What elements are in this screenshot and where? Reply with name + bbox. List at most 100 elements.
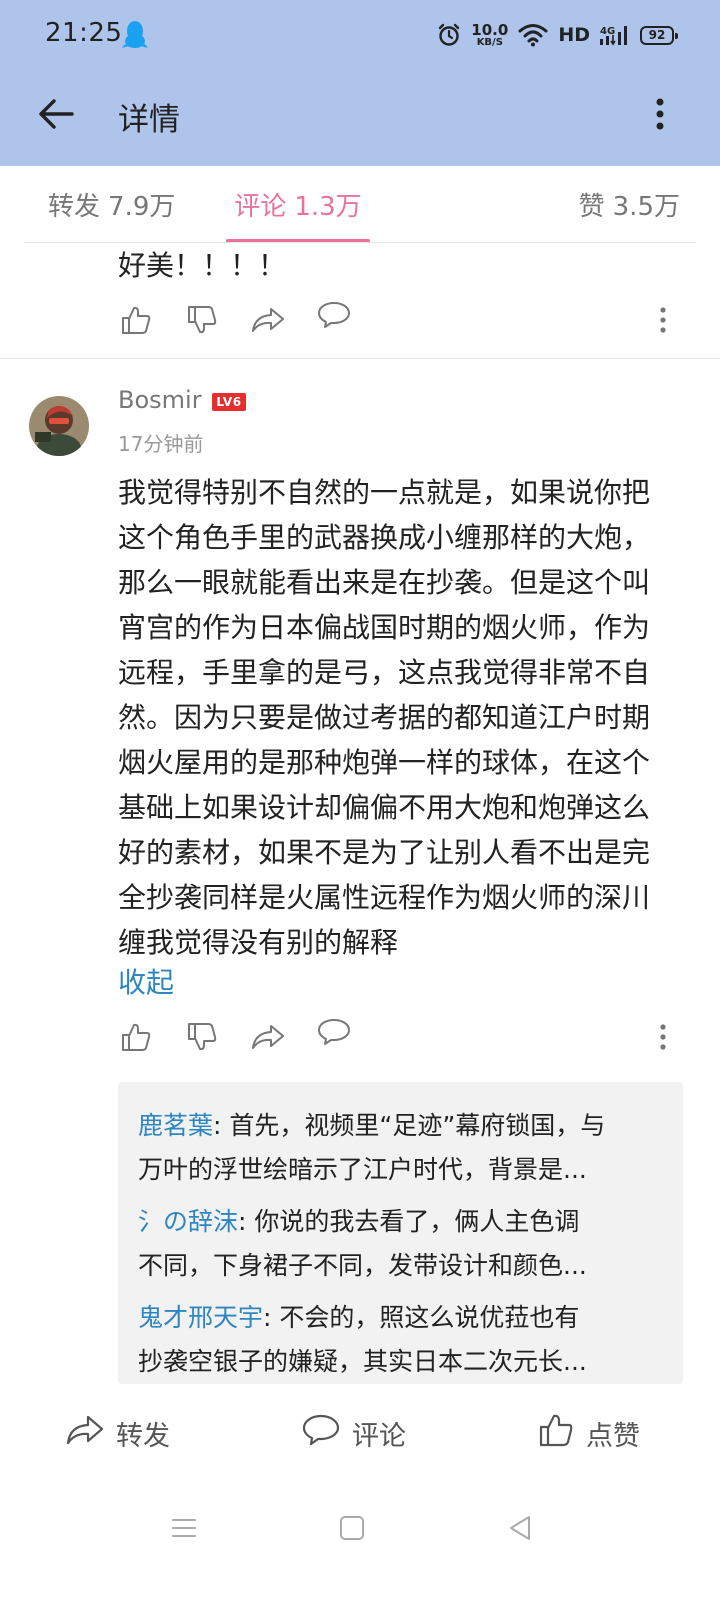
thumb-down-icon bbox=[186, 1021, 218, 1057]
reply-author[interactable]: 氵の辞沫 bbox=[138, 1207, 238, 1236]
comment-line: 这个角色手里的武器换成小缠那样的大炮， bbox=[118, 521, 651, 554]
reply-author[interactable]: 鹿茗葉 bbox=[138, 1111, 213, 1140]
page-title: 详情 bbox=[118, 102, 180, 138]
more-vertical-icon bbox=[660, 307, 666, 337]
more-vertical-icon bbox=[656, 98, 664, 134]
reply-text: 抄袭空银子的嫌疑，其实日本二次元长... bbox=[138, 1347, 587, 1376]
app-header: 详情 bbox=[0, 70, 720, 166]
replies-preview[interactable]: 鹿茗葉: 首先，视频里“足迹”幕府锁国，与 万叶的浮世绘暗示了江户时代，背景是.… bbox=[118, 1082, 683, 1384]
net-speed: 10.0 KB/S bbox=[471, 20, 509, 48]
share-icon bbox=[66, 1414, 104, 1453]
like-button[interactable] bbox=[118, 300, 154, 344]
back-triangle-icon bbox=[507, 1514, 533, 1546]
like-bottom-button[interactable]: 点赞 bbox=[538, 1410, 640, 1456]
user-name[interactable]: Bosmir bbox=[118, 386, 202, 414]
alarm-icon bbox=[437, 23, 461, 47]
bottom-action-bar: 转发 评论 点赞 bbox=[0, 1384, 720, 1484]
comment-line: 好的素材，如果不是为了让别人看不出是完 bbox=[118, 836, 651, 869]
hd-label: HD bbox=[558, 24, 590, 46]
tab-comment[interactable]: 评论 1.3万 bbox=[226, 166, 370, 243]
reply-text: : 不会的，照这么说优菈也有 bbox=[263, 1303, 580, 1332]
comment-divider bbox=[0, 358, 720, 359]
comment-line: 宵宫的作为日本偏战国时期的烟火师，作为 bbox=[118, 611, 651, 644]
avatar[interactable] bbox=[29, 396, 89, 456]
system-home-button[interactable] bbox=[332, 1510, 372, 1550]
comment-line: 然。因为只要是做过考据的都知道江户时期 bbox=[118, 701, 651, 734]
system-back-button[interactable] bbox=[500, 1510, 540, 1550]
system-menu-button[interactable] bbox=[164, 1510, 204, 1550]
tab-repost-label: 转发 bbox=[48, 192, 101, 222]
reply-button[interactable] bbox=[316, 1017, 352, 1061]
more-vertical-icon bbox=[660, 1024, 666, 1054]
reply-button[interactable] bbox=[316, 300, 352, 344]
thumb-down-icon bbox=[186, 304, 218, 340]
comment-bubble-icon bbox=[302, 1413, 340, 1454]
tab-repost-count: 7.9万 bbox=[108, 192, 176, 222]
comment-line: 基础上如果设计却偏偏不用大炮和炮弹这么 bbox=[118, 791, 651, 824]
tab-like-label: 赞 bbox=[578, 192, 605, 222]
thumb-up-icon bbox=[120, 304, 152, 340]
comment-line: 远程，手里拿的是弓，这点我觉得非常不自 bbox=[118, 656, 651, 689]
comment-bubble-icon bbox=[317, 300, 351, 344]
reply-text: 万叶的浮世绘暗示了江户时代，背景是... bbox=[138, 1155, 587, 1184]
status-icons: 10.0 KB/S HD 4G 92 bbox=[437, 18, 678, 52]
reply-item[interactable]: 氵の辞沫: 你说的我去看了，俩人主色调 不同，下身裙子不同，发带设计和颜色... bbox=[138, 1200, 668, 1288]
comment-line: 全抄袭同样是火属性远程作为烟火师的深川 bbox=[118, 881, 651, 914]
reply-text: : 首先，视频里“足迹”幕府锁国，与 bbox=[213, 1111, 606, 1140]
home-square-icon bbox=[339, 1515, 365, 1545]
status-time: 21:25 bbox=[45, 18, 123, 48]
repost-button[interactable]: 转发 bbox=[66, 1410, 170, 1456]
reply-author[interactable]: 鬼才邢天宇 bbox=[138, 1303, 263, 1332]
net-speed-value: 10.0 bbox=[471, 20, 509, 39]
status-bar: 21:25 10.0 KB/S HD 4G 92 bbox=[0, 0, 720, 70]
reply-item[interactable]: 鬼才邢天宇: 不会的，照这么说优菈也有 抄袭空银子的嫌疑，其实日本二次元长... bbox=[138, 1296, 668, 1384]
dislike-button[interactable] bbox=[184, 300, 220, 344]
level-badge: LV6 bbox=[212, 393, 246, 411]
reply-item[interactable]: 鹿茗葉: 首先，视频里“足迹”幕府锁国，与 万叶的浮世绘暗示了江户时代，背景是.… bbox=[138, 1104, 668, 1192]
tab-repost[interactable]: 转发 7.9万 bbox=[48, 166, 175, 243]
comment-more-button[interactable] bbox=[648, 1017, 678, 1061]
share-icon bbox=[251, 306, 285, 338]
comment-actions bbox=[118, 300, 678, 344]
system-nav-bar bbox=[0, 1484, 720, 1600]
tab-bar: 转发 7.9万 评论 1.3万 赞 3.5万 bbox=[0, 166, 720, 243]
comment-more-button[interactable] bbox=[648, 300, 678, 344]
signal-icon: 4G bbox=[600, 23, 630, 47]
share-icon bbox=[251, 1023, 285, 1055]
comment-bubble-icon bbox=[317, 1017, 351, 1061]
tab-like[interactable]: 赞 3.5万 bbox=[579, 166, 680, 243]
menu-icon bbox=[171, 1516, 197, 1544]
dislike-button[interactable] bbox=[184, 1017, 220, 1061]
comment-line: 缠我觉得没有别的解释 bbox=[118, 926, 399, 959]
reply-text: : 你说的我去看了，俩人主色调 bbox=[238, 1207, 580, 1236]
back-button[interactable] bbox=[32, 92, 80, 140]
comment-button[interactable]: 评论 bbox=[302, 1410, 406, 1456]
more-options-button[interactable] bbox=[640, 92, 680, 140]
comment-line: 烟火屋用的是那种炮弹一样的球体，在这个 bbox=[118, 746, 651, 779]
battery-indicator: 92 bbox=[640, 25, 678, 45]
comment-label: 评论 bbox=[352, 1420, 406, 1452]
comment-text: 好美！！！！ bbox=[118, 249, 287, 282]
share-button[interactable] bbox=[250, 300, 286, 344]
comment-line: 我觉得特别不自然的一点就是，如果说你把 bbox=[118, 476, 651, 509]
wifi-icon bbox=[518, 23, 548, 47]
thumb-up-icon bbox=[120, 1021, 152, 1057]
tab-comment-label: 评论 bbox=[234, 192, 287, 222]
like-label: 点赞 bbox=[586, 1420, 640, 1452]
tab-like-count: 3.5万 bbox=[612, 192, 680, 222]
qq-icon bbox=[122, 20, 148, 50]
comment-time: 17分钟前 bbox=[118, 432, 204, 456]
tab-comment-count: 1.3万 bbox=[294, 192, 362, 222]
thumb-up-icon bbox=[538, 1412, 574, 1455]
reply-text: 不同，下身裙子不同，发带设计和颜色... bbox=[138, 1251, 587, 1280]
share-button[interactable] bbox=[250, 1017, 286, 1061]
repost-label: 转发 bbox=[116, 1420, 170, 1452]
collapse-link[interactable]: 收起 bbox=[118, 962, 174, 1004]
comment-actions bbox=[118, 1017, 678, 1061]
tabs-divider bbox=[24, 242, 696, 243]
like-button[interactable] bbox=[118, 1017, 154, 1061]
comment-body: 我觉得特别不自然的一点就是，如果说你把 这个角色手里的武器换成小缠那样的大炮， … bbox=[118, 470, 688, 965]
net-speed-unit: KB/S bbox=[476, 36, 503, 48]
back-arrow-icon bbox=[38, 98, 74, 134]
comment-line: 那么一眼就能看出来是在抄袭。但是这个叫 bbox=[118, 566, 651, 599]
